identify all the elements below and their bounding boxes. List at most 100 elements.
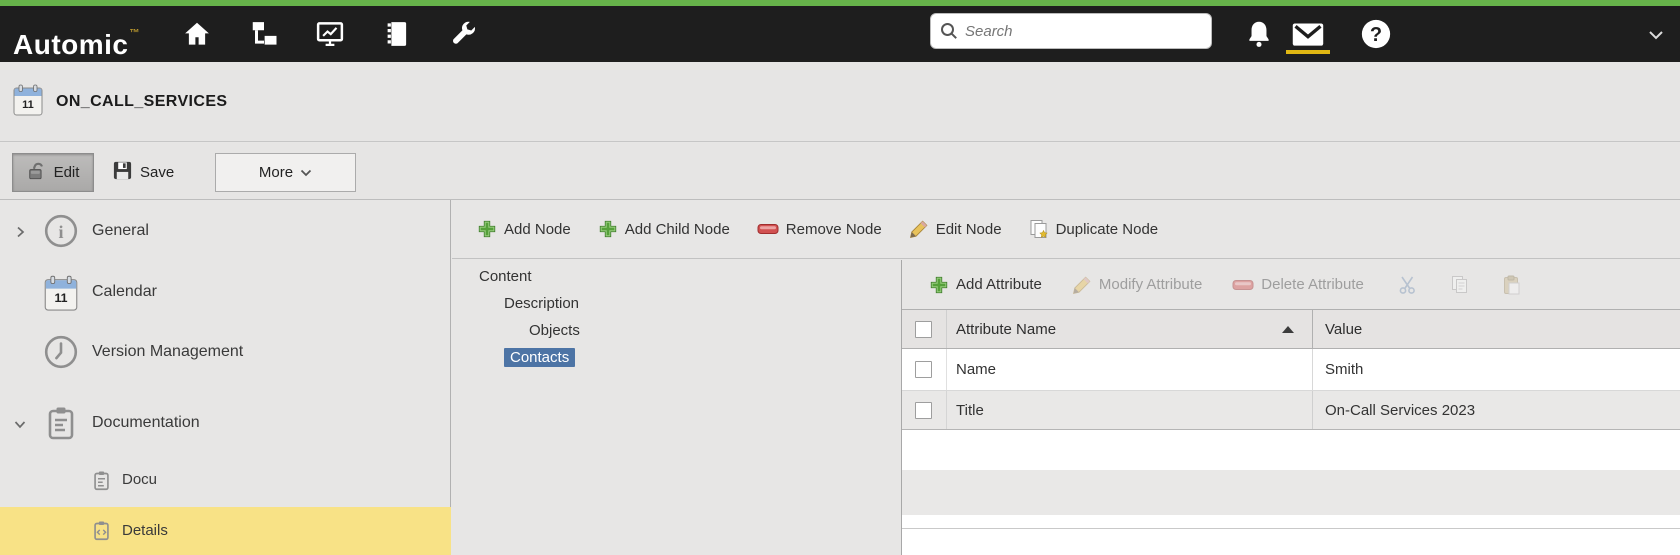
attribute-name-cell: Title — [947, 391, 1313, 429]
sidebar-item-label: General — [92, 209, 149, 253]
sort-ascending-icon[interactable] — [1282, 326, 1294, 333]
tree-item-contacts[interactable]: Contacts — [452, 344, 901, 371]
row-checkbox-cell — [902, 349, 947, 390]
open-padlock-icon — [27, 161, 47, 185]
table-row[interactable]: Name Smith — [902, 349, 1680, 391]
administration-wrench-icon[interactable] — [448, 19, 478, 49]
trademark-symbol: ™ — [130, 28, 141, 39]
sidebar-item-calendar[interactable]: 11 Calendar — [0, 270, 451, 314]
sidebar-item-general[interactable]: i General — [0, 209, 451, 253]
dashboard-monitor-icon[interactable] — [315, 19, 345, 49]
object-sections-sidebar: i General 11 Calendar Version Management — [0, 200, 451, 555]
duplicate-icon — [1029, 219, 1049, 239]
modify-attribute-button[interactable]: Modify Attribute — [1072, 275, 1202, 295]
top-navigation-bar: Automic™ ? — [0, 6, 1680, 62]
node-toolbar: Add Node Add Child Node Remove Node Edit… — [452, 200, 1680, 259]
svg-text:?: ? — [1370, 24, 1382, 46]
add-child-node-button[interactable]: Add Child Node — [598, 219, 730, 239]
document-structure-tree: Content Description Objects Contacts — [452, 260, 902, 555]
sidebar-item-details[interactable]: Details — [0, 507, 451, 555]
empty-row-stripe — [902, 430, 1680, 470]
automic-logo: Automic™ — [13, 6, 140, 62]
mail-active-indicator — [1286, 50, 1330, 54]
empty-row-stripe — [902, 515, 1680, 529]
empty-row-stripe — [902, 529, 1680, 555]
sidebar-item-label: Documentation — [92, 401, 200, 445]
tree-item-description[interactable]: Description — [452, 290, 901, 317]
details-panels: Content Description Objects Contacts Add… — [452, 260, 1680, 555]
content-area: i General 11 Calendar Version Management — [0, 200, 1680, 555]
attribute-table: Attribute Name Value Name Smith — [902, 309, 1680, 430]
paste-button[interactable] — [1502, 275, 1522, 295]
page-title: ON_CALL_SERVICES — [56, 62, 227, 142]
process-assembly-icon[interactable] — [249, 19, 279, 49]
chevron-down-icon — [300, 164, 312, 181]
add-node-button[interactable]: Add Node — [477, 219, 571, 239]
scissors-icon — [1398, 275, 1418, 295]
calendar-day-number: 11 — [22, 99, 34, 111]
attribute-value-cell: On-Call Services 2023 — [1313, 391, 1680, 429]
header-checkbox-cell — [902, 310, 947, 348]
sidebar-item-documentation[interactable]: Documentation — [0, 401, 451, 445]
minus-icon — [757, 222, 779, 236]
attribute-value-cell: Smith — [1313, 349, 1680, 390]
add-attribute-button[interactable]: Add Attribute — [929, 275, 1042, 295]
messages-mail-icon[interactable] — [1290, 18, 1326, 50]
empty-row-stripe — [902, 470, 1680, 515]
more-button[interactable]: More — [215, 153, 356, 192]
minus-icon — [1232, 278, 1254, 292]
documentation-clipboard-icon — [43, 405, 79, 441]
duplicate-node-button[interactable]: Duplicate Node — [1029, 219, 1159, 239]
tree-item-objects[interactable]: Objects — [452, 317, 901, 344]
sidebar-item-label: Details — [122, 507, 168, 555]
sidebar-item-label: Calendar — [92, 270, 157, 314]
sidebar-item-version-management[interactable]: Version Management — [0, 330, 451, 374]
more-button-label: More — [259, 164, 293, 181]
select-all-checkbox[interactable] — [915, 321, 932, 338]
info-icon: i — [43, 213, 79, 249]
pencil-icon — [909, 219, 929, 239]
tree-item-content[interactable]: Content — [452, 263, 901, 290]
details-clipboard-icon — [91, 520, 112, 541]
attribute-name-cell: Name — [947, 349, 1313, 390]
home-icon[interactable] — [182, 19, 212, 49]
calendar-icon: 11 — [43, 274, 79, 310]
edit-node-button[interactable]: Edit Node — [909, 219, 1002, 239]
edit-button[interactable]: Edit — [12, 153, 94, 192]
help-icon[interactable]: ? — [1360, 18, 1392, 50]
search-input[interactable] — [930, 13, 1212, 49]
notifications-bell-icon[interactable] — [1243, 18, 1275, 50]
chevron-right-icon[interactable] — [14, 225, 26, 237]
chevron-down-icon[interactable] — [14, 417, 26, 429]
plus-icon — [929, 275, 949, 295]
attributes-panel: Add Attribute Modify Attribute Delete At… — [902, 260, 1680, 555]
edit-button-label: Edit — [54, 164, 80, 181]
calendar-object-icon: 11 — [12, 83, 44, 117]
clock-icon — [43, 334, 79, 370]
remove-node-button[interactable]: Remove Node — [757, 221, 882, 238]
copy-button[interactable] — [1450, 275, 1470, 295]
search-icon — [939, 21, 959, 41]
column-header-attribute-name[interactable]: Attribute Name — [947, 310, 1313, 348]
details-editor: Add Node Add Child Node Remove Node Edit… — [452, 200, 1680, 555]
global-search — [930, 13, 1212, 49]
copy-icon — [1450, 275, 1470, 295]
sidebar-item-label: Version Management — [92, 330, 243, 374]
docu-clipboard-icon — [91, 470, 112, 491]
cut-button[interactable] — [1398, 275, 1418, 295]
object-header: 11 ON_CALL_SERVICES — [0, 62, 1680, 142]
save-button[interactable]: Save — [108, 153, 178, 192]
paste-clipboard-icon — [1502, 275, 1522, 295]
attribute-table-header: Attribute Name Value — [902, 309, 1680, 349]
catalog-book-icon[interactable] — [382, 19, 412, 49]
plus-icon — [477, 219, 497, 239]
sidebar-item-docu[interactable]: Docu — [0, 460, 451, 500]
row-checkbox[interactable] — [915, 361, 932, 378]
topbar-chevron-down-icon[interactable] — [1648, 28, 1664, 40]
row-checkbox[interactable] — [915, 402, 932, 419]
delete-attribute-button[interactable]: Delete Attribute — [1232, 276, 1364, 293]
object-action-toolbar: Edit Save More — [0, 143, 1680, 200]
column-header-value[interactable]: Value — [1313, 310, 1680, 348]
svg-text:11: 11 — [54, 291, 67, 305]
table-row[interactable]: Title On-Call Services 2023 — [902, 391, 1680, 430]
